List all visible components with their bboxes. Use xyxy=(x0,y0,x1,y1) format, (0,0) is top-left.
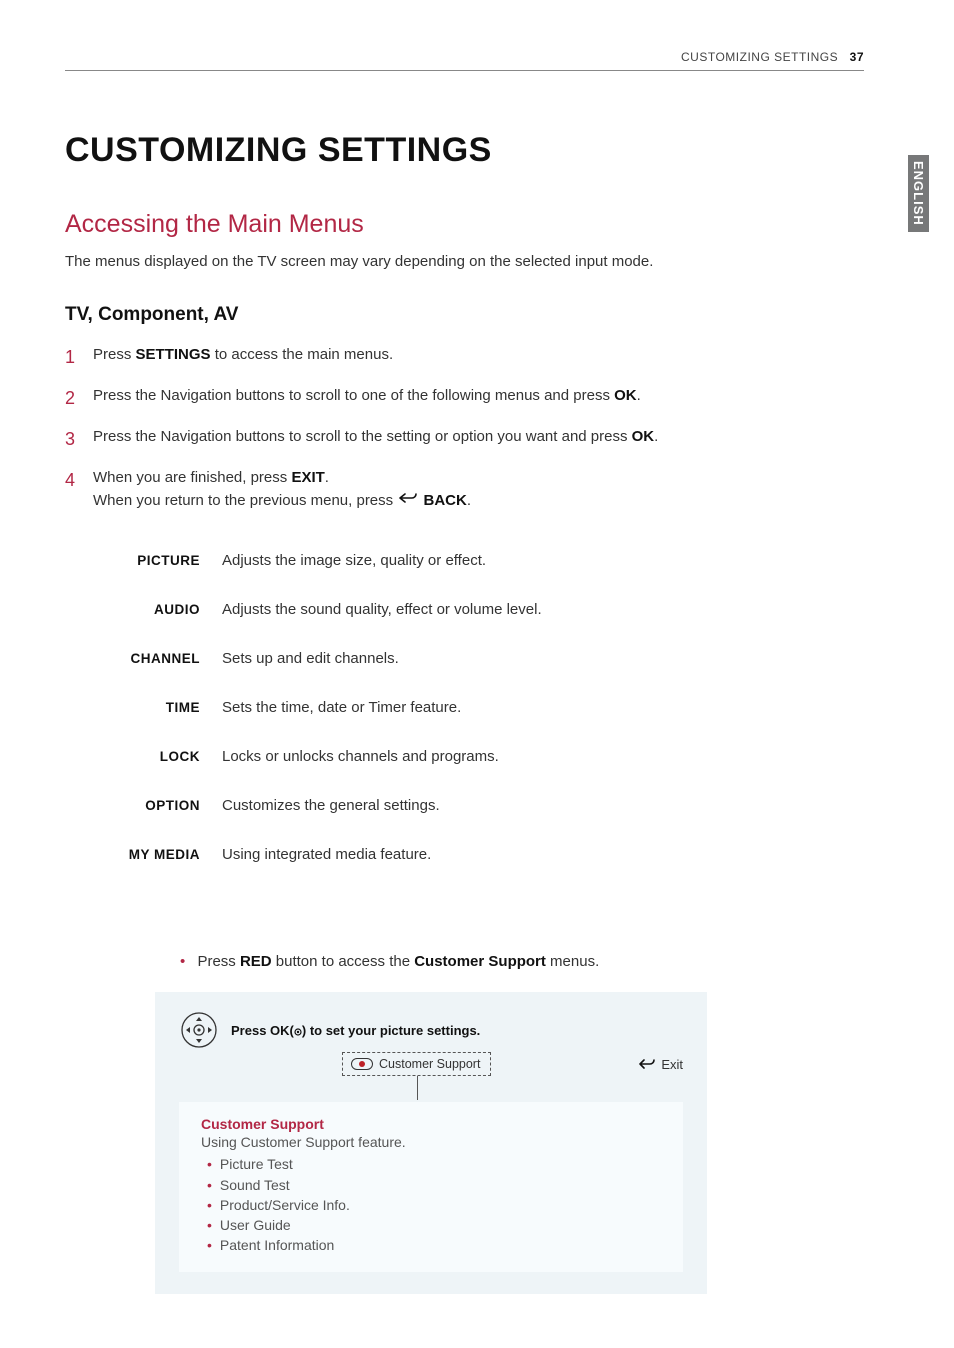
ok-dot-icon xyxy=(294,1028,302,1036)
customer-support-button[interactable]: Customer Support xyxy=(342,1052,491,1076)
list-item: Product/Service Info. xyxy=(207,1195,661,1215)
menu-definitions: PICTURE Adjusts the image size, quality o… xyxy=(105,552,864,863)
section-heading: Accessing the Main Menus xyxy=(65,210,864,239)
cs-feature-list: Picture Test Sound Test Product/Service … xyxy=(207,1154,661,1255)
menu-name: MY MEDIA xyxy=(105,847,200,862)
menu-desc: Adjusts the sound quality, effect or vol… xyxy=(222,601,542,618)
step-number: 4 xyxy=(65,467,79,512)
language-tab: ENGLISH xyxy=(908,155,929,232)
osd-info-panel: Customer Support Using Customer Support … xyxy=(179,1102,683,1271)
step-number: 3 xyxy=(65,426,79,453)
header-section: CUSTOMIZING SETTINGS xyxy=(681,50,838,64)
menu-row: TIME Sets the time, date or Timer feature… xyxy=(105,699,864,716)
list-item: Patent Information xyxy=(207,1235,661,1255)
step-text: Press the Navigation buttons to scroll t… xyxy=(93,426,658,453)
menu-row: MY MEDIA Using integrated media feature. xyxy=(105,846,864,863)
menu-name: AUDIO xyxy=(105,602,200,617)
list-item: User Guide xyxy=(207,1215,661,1235)
menu-desc: Using integrated media feature. xyxy=(222,846,431,863)
menu-name: OPTION xyxy=(105,798,200,813)
menu-desc: Sets up and edit channels. xyxy=(222,650,399,667)
step-number: 1 xyxy=(65,344,79,371)
step-text: When you are finished, press EXIT. When … xyxy=(93,467,471,512)
step-text: Press the Navigation buttons to scroll t… xyxy=(93,385,641,412)
menu-name: TIME xyxy=(105,700,200,715)
step-number: 2 xyxy=(65,385,79,412)
menu-desc: Sets the time, date or Timer feature. xyxy=(222,699,461,716)
menu-name: PICTURE xyxy=(105,553,200,568)
list-item: Picture Test xyxy=(207,1154,661,1174)
menu-row: AUDIO Adjusts the sound quality, effect o… xyxy=(105,601,864,618)
page-title: CUSTOMIZING SETTINGS xyxy=(65,131,864,170)
menu-row: LOCK Locks or unlocks channels and progra… xyxy=(105,748,864,765)
osd-screenshot: Press OK() to set your picture settings.… xyxy=(155,992,707,1293)
nav-dpad-icon xyxy=(179,1010,219,1050)
step-2: 2 Press the Navigation buttons to scroll… xyxy=(65,385,864,412)
back-arrow-icon xyxy=(639,1058,655,1070)
intro-text: The menus displayed on the TV screen may… xyxy=(65,253,864,270)
customer-support-label: Customer Support xyxy=(379,1057,480,1071)
menu-desc: Customizes the general settings. xyxy=(222,797,440,814)
cs-subtext: Using Customer Support feature. xyxy=(201,1134,661,1150)
steps-list: 1 Press SETTINGS to access the main menu… xyxy=(65,344,864,512)
menu-row: PICTURE Adjusts the image size, quality o… xyxy=(105,552,864,569)
step-1: 1 Press SETTINGS to access the main menu… xyxy=(65,344,864,371)
menu-desc: Locks or unlocks channels and programs. xyxy=(222,748,499,765)
page-header: CUSTOMIZING SETTINGS 37 xyxy=(65,50,864,70)
red-button-icon xyxy=(351,1058,373,1070)
menu-desc: Adjusts the image size, quality or effec… xyxy=(222,552,486,569)
menu-name: LOCK xyxy=(105,749,200,764)
header-rule xyxy=(65,70,864,71)
page-number: 37 xyxy=(850,50,864,64)
exit-button[interactable]: Exit xyxy=(639,1057,683,1072)
cs-heading: Customer Support xyxy=(201,1116,661,1132)
osd-title: Press OK() to set your picture settings. xyxy=(231,1023,480,1038)
subsection-heading: TV, Component, AV xyxy=(65,304,864,326)
red-button-note: Press RED button to access the Customer … xyxy=(180,953,864,970)
step-text: Press SETTINGS to access the main menus. xyxy=(93,344,393,371)
menu-row: CHANNEL Sets up and edit channels. xyxy=(105,650,864,667)
list-item: Sound Test xyxy=(207,1175,661,1195)
step-4: 4 When you are finished, press EXIT. Whe… xyxy=(65,467,864,512)
back-icon xyxy=(399,490,417,513)
menu-name: CHANNEL xyxy=(105,651,200,666)
step-3: 3 Press the Navigation buttons to scroll… xyxy=(65,426,864,453)
menu-row: OPTION Customizes the general settings. xyxy=(105,797,864,814)
exit-label: Exit xyxy=(661,1057,683,1072)
